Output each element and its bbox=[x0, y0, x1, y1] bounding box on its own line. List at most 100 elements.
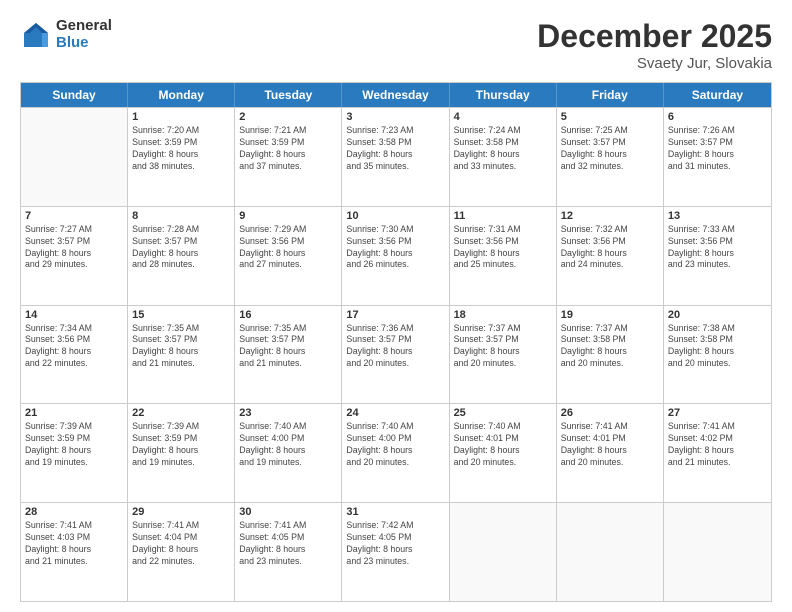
day-info: Sunrise: 7:24 AM Sunset: 3:58 PM Dayligh… bbox=[454, 125, 552, 173]
day-number: 31 bbox=[346, 506, 444, 518]
empty-cell-4-6 bbox=[664, 503, 771, 601]
location-subtitle: Svaety Jur, Slovakia bbox=[537, 55, 772, 72]
day-cell-18: 18 Sunrise: 7:37 AM Sunset: 3:57 PM Dayli… bbox=[450, 306, 557, 404]
day-number: 28 bbox=[25, 506, 123, 518]
day-info: Sunrise: 7:26 AM Sunset: 3:57 PM Dayligh… bbox=[668, 125, 767, 173]
weekday-header-wednesday: Wednesday bbox=[342, 83, 449, 107]
day-number: 25 bbox=[454, 407, 552, 419]
day-info: Sunrise: 7:20 AM Sunset: 3:59 PM Dayligh… bbox=[132, 125, 230, 173]
calendar-body: 1 Sunrise: 7:20 AM Sunset: 3:59 PM Daylig… bbox=[21, 107, 771, 601]
day-number: 4 bbox=[454, 111, 552, 123]
day-info: Sunrise: 7:36 AM Sunset: 3:57 PM Dayligh… bbox=[346, 323, 444, 371]
calendar-header-row: SundayMondayTuesdayWednesdayThursdayFrid… bbox=[21, 83, 771, 107]
logo-icon bbox=[20, 19, 52, 51]
day-cell-19: 19 Sunrise: 7:37 AM Sunset: 3:58 PM Dayli… bbox=[557, 306, 664, 404]
day-number: 23 bbox=[239, 407, 337, 419]
day-cell-10: 10 Sunrise: 7:30 AM Sunset: 3:56 PM Dayli… bbox=[342, 207, 449, 305]
day-number: 30 bbox=[239, 506, 337, 518]
day-info: Sunrise: 7:41 AM Sunset: 4:02 PM Dayligh… bbox=[668, 421, 767, 469]
day-info: Sunrise: 7:39 AM Sunset: 3:59 PM Dayligh… bbox=[25, 421, 123, 469]
day-info: Sunrise: 7:37 AM Sunset: 3:58 PM Dayligh… bbox=[561, 323, 659, 371]
header: General Blue December 2025 Svaety Jur, S… bbox=[20, 18, 772, 72]
day-number: 1 bbox=[132, 111, 230, 123]
weekday-header-tuesday: Tuesday bbox=[235, 83, 342, 107]
day-cell-15: 15Sunrise: 7:35 AM Sunset: 3:57 PM Dayli… bbox=[128, 306, 235, 404]
calendar-row-2: 7 Sunrise: 7:27 AM Sunset: 3:57 PM Daylig… bbox=[21, 206, 771, 305]
day-info: Sunrise: 7:31 AM Sunset: 3:56 PM Dayligh… bbox=[454, 224, 552, 272]
month-title: December 2025 bbox=[537, 18, 772, 55]
day-number: 22 bbox=[132, 407, 230, 419]
day-number: 6 bbox=[668, 111, 767, 123]
day-number: 3 bbox=[346, 111, 444, 123]
weekday-header-thursday: Thursday bbox=[450, 83, 557, 107]
day-info: Sunrise: 7:23 AM Sunset: 3:58 PM Dayligh… bbox=[346, 125, 444, 173]
title-block: December 2025 Svaety Jur, Slovakia bbox=[537, 18, 772, 72]
calendar-row-3: 14Sunrise: 7:34 AM Sunset: 3:56 PM Dayli… bbox=[21, 305, 771, 404]
day-number: 29 bbox=[132, 506, 230, 518]
day-cell-20: 20Sunrise: 7:38 AM Sunset: 3:58 PM Dayli… bbox=[664, 306, 771, 404]
day-info: Sunrise: 7:21 AM Sunset: 3:59 PM Dayligh… bbox=[239, 125, 337, 173]
day-number: 18 bbox=[454, 309, 552, 321]
empty-cell-4-5 bbox=[557, 503, 664, 601]
day-number: 11 bbox=[454, 210, 552, 222]
day-info: Sunrise: 7:40 AM Sunset: 4:01 PM Dayligh… bbox=[454, 421, 552, 469]
weekday-header-saturday: Saturday bbox=[664, 83, 771, 107]
day-info: Sunrise: 7:37 AM Sunset: 3:57 PM Dayligh… bbox=[454, 323, 552, 371]
day-cell-23: 23 Sunrise: 7:40 AM Sunset: 4:00 PM Dayli… bbox=[235, 404, 342, 502]
day-info: Sunrise: 7:30 AM Sunset: 3:56 PM Dayligh… bbox=[346, 224, 444, 272]
day-number: 9 bbox=[239, 210, 337, 222]
weekday-header-friday: Friday bbox=[557, 83, 664, 107]
day-cell-11: 11 Sunrise: 7:31 AM Sunset: 3:56 PM Dayli… bbox=[450, 207, 557, 305]
day-info: Sunrise: 7:27 AM Sunset: 3:57 PM Dayligh… bbox=[25, 224, 123, 272]
logo-text: General Blue bbox=[56, 18, 112, 51]
day-info: Sunrise: 7:39 AM Sunset: 3:59 PM Dayligh… bbox=[132, 421, 230, 469]
day-number: 12 bbox=[561, 210, 659, 222]
day-cell-21: 21Sunrise: 7:39 AM Sunset: 3:59 PM Dayli… bbox=[21, 404, 128, 502]
day-cell-13: 13 Sunrise: 7:33 AM Sunset: 3:56 PM Dayli… bbox=[664, 207, 771, 305]
day-info: Sunrise: 7:33 AM Sunset: 3:56 PM Dayligh… bbox=[668, 224, 767, 272]
day-number: 7 bbox=[25, 210, 123, 222]
page: General Blue December 2025 Svaety Jur, S… bbox=[0, 0, 792, 612]
day-cell-8: 8 Sunrise: 7:28 AM Sunset: 3:57 PM Daylig… bbox=[128, 207, 235, 305]
day-cell-1: 1 Sunrise: 7:20 AM Sunset: 3:59 PM Daylig… bbox=[128, 108, 235, 206]
logo-blue: Blue bbox=[56, 35, 112, 52]
day-number: 8 bbox=[132, 210, 230, 222]
day-cell-24: 24 Sunrise: 7:40 AM Sunset: 4:00 PM Dayli… bbox=[342, 404, 449, 502]
day-number: 5 bbox=[561, 111, 659, 123]
day-number: 26 bbox=[561, 407, 659, 419]
day-info: Sunrise: 7:32 AM Sunset: 3:56 PM Dayligh… bbox=[561, 224, 659, 272]
empty-cell-4-4 bbox=[450, 503, 557, 601]
calendar-row-1: 1 Sunrise: 7:20 AM Sunset: 3:59 PM Daylig… bbox=[21, 107, 771, 206]
day-info: Sunrise: 7:41 AM Sunset: 4:04 PM Dayligh… bbox=[132, 520, 230, 568]
day-number: 17 bbox=[346, 309, 444, 321]
day-info: Sunrise: 7:40 AM Sunset: 4:00 PM Dayligh… bbox=[346, 421, 444, 469]
day-cell-31: 31Sunrise: 7:42 AM Sunset: 4:05 PM Dayli… bbox=[342, 503, 449, 601]
day-info: Sunrise: 7:34 AM Sunset: 3:56 PM Dayligh… bbox=[25, 323, 123, 371]
day-cell-6: 6 Sunrise: 7:26 AM Sunset: 3:57 PM Daylig… bbox=[664, 108, 771, 206]
calendar: SundayMondayTuesdayWednesdayThursdayFrid… bbox=[20, 82, 772, 602]
day-number: 10 bbox=[346, 210, 444, 222]
day-info: Sunrise: 7:35 AM Sunset: 3:57 PM Dayligh… bbox=[239, 323, 337, 371]
day-cell-28: 28 Sunrise: 7:41 AM Sunset: 4:03 PM Dayli… bbox=[21, 503, 128, 601]
weekday-header-monday: Monday bbox=[128, 83, 235, 107]
day-cell-22: 22 Sunrise: 7:39 AM Sunset: 3:59 PM Dayli… bbox=[128, 404, 235, 502]
empty-cell-0-0 bbox=[21, 108, 128, 206]
day-cell-29: 29 Sunrise: 7:41 AM Sunset: 4:04 PM Dayli… bbox=[128, 503, 235, 601]
day-info: Sunrise: 7:35 AM Sunset: 3:57 PM Dayligh… bbox=[132, 323, 230, 371]
day-cell-25: 25 Sunrise: 7:40 AM Sunset: 4:01 PM Dayli… bbox=[450, 404, 557, 502]
day-number: 24 bbox=[346, 407, 444, 419]
day-number: 13 bbox=[668, 210, 767, 222]
day-info: Sunrise: 7:38 AM Sunset: 3:58 PM Dayligh… bbox=[668, 323, 767, 371]
calendar-row-5: 28 Sunrise: 7:41 AM Sunset: 4:03 PM Dayli… bbox=[21, 502, 771, 601]
day-info: Sunrise: 7:28 AM Sunset: 3:57 PM Dayligh… bbox=[132, 224, 230, 272]
day-cell-14: 14Sunrise: 7:34 AM Sunset: 3:56 PM Dayli… bbox=[21, 306, 128, 404]
day-info: Sunrise: 7:40 AM Sunset: 4:00 PM Dayligh… bbox=[239, 421, 337, 469]
day-info: Sunrise: 7:41 AM Sunset: 4:03 PM Dayligh… bbox=[25, 520, 123, 568]
day-cell-7: 7 Sunrise: 7:27 AM Sunset: 3:57 PM Daylig… bbox=[21, 207, 128, 305]
logo-general: General bbox=[56, 18, 112, 35]
day-cell-3: 3 Sunrise: 7:23 AM Sunset: 3:58 PM Daylig… bbox=[342, 108, 449, 206]
weekday-header-sunday: Sunday bbox=[21, 83, 128, 107]
day-cell-30: 30Sunrise: 7:41 AM Sunset: 4:05 PM Dayli… bbox=[235, 503, 342, 601]
day-number: 19 bbox=[561, 309, 659, 321]
logo: General Blue bbox=[20, 18, 112, 51]
